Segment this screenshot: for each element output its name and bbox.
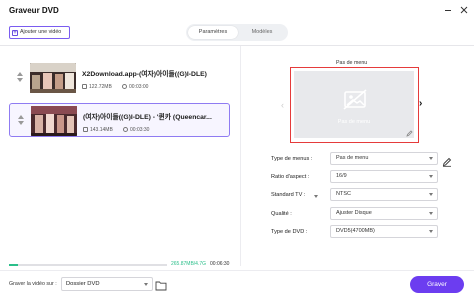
move-up-icon[interactable] <box>18 115 24 119</box>
chevron-down-icon <box>429 230 433 233</box>
chevron-down-icon <box>429 212 433 215</box>
capacity-bar-fill <box>9 264 19 266</box>
quality-value: Ajuster Disque <box>336 210 372 216</box>
save-to-label: Graver la vidéo sur : <box>9 281 57 287</box>
video-item-selected[interactable]: (여자)아이들((G)I-DLE) - '퀸카 (Queencar... 143… <box>9 103 230 137</box>
video-duration-value: 00:03:30 <box>130 127 150 133</box>
quality-label: Qualité : <box>271 211 292 217</box>
tab-switcher: Paramètres Modèles <box>186 24 288 41</box>
menu-type-select[interactable]: Pas de menu <box>330 152 438 165</box>
window-title: Graveur DVD <box>9 6 59 15</box>
video-list: X2Download.app-(여자)아이들((G)I-DLE) 122.72M… <box>0 46 238 256</box>
edit-preview-icon[interactable] <box>406 130 413 137</box>
chevron-down-icon <box>429 157 433 160</box>
video-item[interactable]: X2Download.app-(여자)아이들((G)I-DLE) 122.72M… <box>9 61 230 95</box>
previous-menu-icon[interactable]: ‹ <box>281 100 284 110</box>
capacity-text: 265.87MB/4.7G <box>171 261 207 267</box>
image-off-icon <box>343 89 367 110</box>
capacity-bar <box>9 264 167 266</box>
tv-standard-label: Standard TV : <box>271 192 306 198</box>
dvd-burner-window: Graveur DVD + Ajouter une vidéo Paramètre… <box>0 0 474 299</box>
video-size-value: 143.14MB <box>90 127 113 133</box>
menu-preview: Pas de menu <box>290 67 419 143</box>
reorder-arrows[interactable] <box>16 72 24 86</box>
chevron-down-icon <box>144 283 148 286</box>
video-duration: 00:03:00 <box>122 84 148 90</box>
dvd-type-value: DVD5(4700MB) <box>336 228 375 234</box>
dvd-type-select[interactable]: DVD5(4700MB) <box>330 225 438 238</box>
quality-select[interactable]: Ajuster Disque <box>330 207 438 220</box>
destination-select[interactable]: Dossier DVD <box>61 277 153 291</box>
menu-type-value: Pas de menu <box>336 155 369 161</box>
video-size-value: 122.72MB <box>89 84 112 90</box>
tab-parametres[interactable]: Paramètres <box>188 26 238 39</box>
dvd-type-label: Type de DVD : <box>271 229 308 235</box>
video-duration: 00:03:30 <box>123 127 149 133</box>
close-icon[interactable] <box>458 4 470 16</box>
plus-icon: + <box>12 30 18 36</box>
video-title: (여자)아이들((G)I-DLE) - '퀸카 (Queencar... <box>83 114 212 121</box>
panel-divider <box>240 46 241 266</box>
chevron-down-icon <box>429 193 433 196</box>
next-menu-icon[interactable]: › <box>419 98 422 109</box>
video-thumbnail <box>30 63 76 93</box>
video-duration-value: 00:03:00 <box>129 84 149 90</box>
total-duration: 00:06:30 <box>210 261 230 267</box>
video-size: 143.14MB <box>83 127 113 133</box>
destination-value: Dossier DVD <box>66 281 100 287</box>
tv-standard-select[interactable]: NTSC <box>330 188 438 201</box>
burn-button[interactable]: Graver <box>410 276 464 293</box>
chevron-down-icon <box>314 195 318 198</box>
menu-preview-label: Pas de menu <box>336 60 368 66</box>
clock-icon <box>123 127 128 132</box>
pencil-icon[interactable] <box>442 154 452 167</box>
menu-preview-canvas: Pas de menu <box>294 71 414 138</box>
move-down-icon[interactable] <box>17 78 23 82</box>
move-up-icon[interactable] <box>17 72 23 76</box>
file-size-icon <box>82 84 87 89</box>
aspect-ratio-value: 16/9 <box>336 173 347 179</box>
clock-icon <box>122 84 127 89</box>
video-size: 122.72MB <box>82 84 112 90</box>
aspect-ratio-label: Ratio d'aspect : <box>271 174 310 180</box>
title-bar: Graveur DVD <box>0 0 474 22</box>
tv-standard-dropdown-toggle[interactable] <box>306 191 326 202</box>
tv-standard-value: NTSC <box>336 191 351 197</box>
reorder-arrows[interactable] <box>17 115 25 129</box>
minimize-icon[interactable] <box>442 4 454 16</box>
add-video-button[interactable]: + Ajouter une vidéo <box>9 26 70 39</box>
file-size-icon <box>83 127 88 132</box>
chevron-down-icon <box>429 175 433 178</box>
add-video-label: Ajouter une vidéo <box>20 29 62 35</box>
tab-modeles[interactable]: Modèles <box>238 26 286 39</box>
move-down-icon[interactable] <box>18 121 24 125</box>
folder-icon[interactable] <box>155 278 167 291</box>
aspect-ratio-select[interactable]: 16/9 <box>330 170 438 183</box>
footer-divider <box>0 270 474 271</box>
menu-preview-text: Pas de menu <box>337 119 371 125</box>
video-title: X2Download.app-(여자)아이들((G)I-DLE) <box>82 71 207 78</box>
video-thumbnail <box>31 106 77 136</box>
menu-type-label: Type de menus : <box>271 156 313 162</box>
